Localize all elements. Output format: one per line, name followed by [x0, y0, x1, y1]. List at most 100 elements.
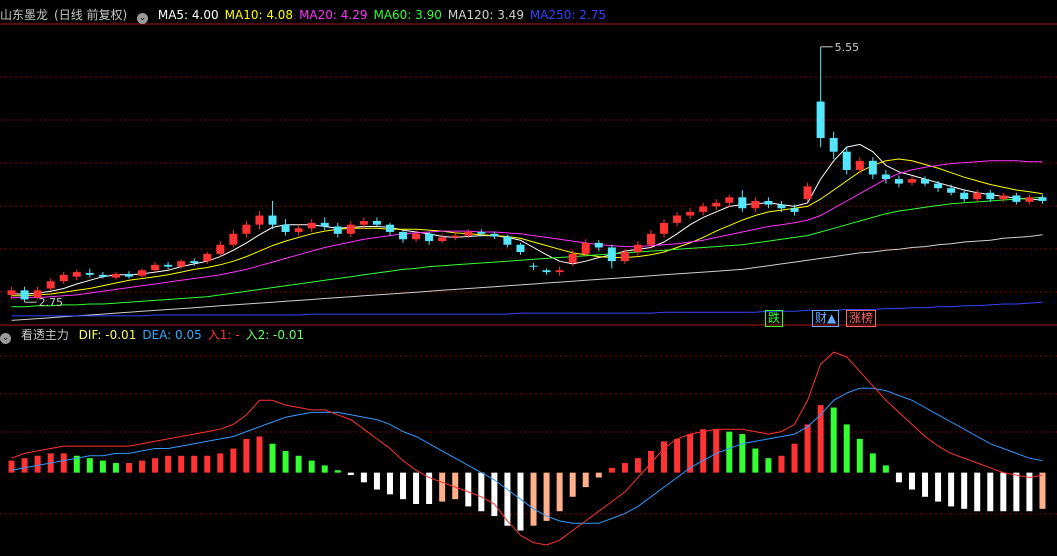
chart-stage: 5.55 2.75 山东墨龙 (日线 前复权) ⌄ MA5: 4.00 MA10: 4…	[0, 0, 1057, 552]
candle-body	[151, 264, 160, 271]
event-badge-0[interactable]: 跌	[765, 310, 784, 327]
candle-body	[868, 160, 877, 175]
event-badge-2[interactable]: 涨榜	[846, 310, 877, 327]
ma-legend-item-5: MA250: 2.75	[529, 8, 606, 22]
candle-body	[59, 274, 68, 282]
macd-bar	[961, 472, 968, 509]
main-header: 山东墨龙 (日线 前复权) ⌄ MA5: 4.00 MA10: 4.08 MA20: …	[0, 6, 1057, 24]
macd-bar	[739, 434, 746, 473]
candle-body	[333, 226, 342, 234]
candle-body	[881, 174, 890, 180]
macd-bar	[908, 472, 915, 490]
stock-name[interactable]: 山东墨龙 (日线 前复权)	[0, 8, 133, 22]
candle-body	[98, 274, 107, 277]
candle-body	[581, 242, 590, 254]
indicator-legend-item-0: DIF: -0.01	[78, 328, 137, 342]
ma-line-ma10	[11, 158, 1043, 297]
macd-bar	[165, 455, 172, 473]
indicator-name[interactable]: 看透主力	[21, 328, 69, 342]
macd-bar	[360, 472, 367, 483]
candle-body	[177, 261, 186, 267]
macd-bar	[765, 458, 772, 473]
ma-line-ma20	[11, 160, 1043, 299]
macd-bar	[1026, 472, 1033, 512]
candle-body	[594, 242, 603, 248]
ma-legend-item-0: MA5: 4.00	[157, 8, 219, 22]
ma-legend-item-1: MA10: 4.08	[224, 8, 294, 22]
macd-bar	[308, 460, 315, 473]
candle-body	[164, 264, 173, 267]
macd-bar	[647, 450, 654, 473]
macd-bar	[347, 472, 354, 476]
macd-bar	[178, 455, 185, 473]
indicator-legend-item-1: DEA: 0.05	[142, 328, 202, 342]
candle-body	[477, 231, 486, 234]
candle-body	[816, 101, 825, 139]
macd-bar	[478, 472, 485, 512]
macd-bar	[948, 472, 955, 507]
chart-svg: 5.55 2.75	[0, 23, 1057, 546]
candle-body	[307, 222, 316, 229]
macd-bar	[543, 472, 550, 521]
candle-body	[320, 222, 329, 227]
candle-body	[751, 200, 760, 209]
candle-body	[568, 253, 577, 263]
candle-body	[777, 204, 786, 209]
candle-body	[829, 138, 838, 152]
candle-body	[764, 200, 773, 205]
macd-bar	[974, 472, 981, 512]
settings-circle-icon[interactable]: ⌄	[0, 333, 11, 344]
indicator-legend-item-2: 入1: -	[207, 328, 240, 342]
macd-bar	[1000, 472, 1007, 512]
macd-bar	[713, 429, 720, 473]
candle-body	[607, 247, 616, 262]
candle-body	[490, 233, 499, 237]
event-badge-1[interactable]: 财▲	[812, 310, 840, 327]
candle-body	[255, 215, 264, 225]
macd-bar	[726, 431, 733, 473]
candle-body	[947, 188, 956, 193]
macd-bar	[373, 472, 380, 490]
ma-line-ma120	[11, 234, 1043, 321]
candle-body	[242, 224, 251, 234]
candle-body	[425, 233, 434, 242]
macd-bar	[465, 472, 472, 507]
macd-bar	[269, 443, 276, 473]
settings-circle-icon[interactable]: ⌄	[137, 13, 149, 24]
macd-bar	[439, 472, 446, 502]
macd-bar	[86, 458, 93, 473]
candle-body	[111, 273, 120, 278]
macd-bar	[569, 472, 576, 497]
indicator-legend-item-3: 入2: -0.01	[245, 328, 305, 342]
macd-bar	[791, 443, 798, 473]
ma-line-ma250	[11, 301, 1043, 317]
macd-bar	[634, 458, 641, 473]
macd-bar	[321, 465, 328, 473]
macd-bar	[152, 458, 159, 473]
candle-body	[1025, 197, 1034, 202]
candle-body	[855, 160, 864, 170]
candle-body	[399, 231, 408, 240]
macd-bar	[935, 472, 942, 502]
macd-bar	[1039, 472, 1046, 509]
candle-body	[516, 244, 525, 253]
macd-bar	[204, 455, 211, 473]
candle-body	[620, 252, 629, 262]
candle-body	[790, 208, 799, 212]
macd-bar	[112, 463, 119, 473]
candle-body	[281, 224, 290, 232]
macd-bar	[595, 472, 602, 478]
ma-legend-item-4: MA120: 3.49	[447, 8, 524, 22]
candle-body	[907, 179, 916, 183]
candle-body	[1012, 195, 1021, 202]
candle-body	[725, 197, 734, 203]
macd-bar	[556, 472, 563, 512]
macd-bar	[139, 460, 146, 473]
candle-body	[633, 244, 642, 253]
candle-body	[268, 215, 277, 225]
candle-body	[46, 281, 55, 289]
macd-bar	[217, 453, 224, 473]
candle-body	[346, 224, 355, 234]
macd-bar	[334, 470, 341, 473]
macd-bar	[661, 441, 668, 473]
